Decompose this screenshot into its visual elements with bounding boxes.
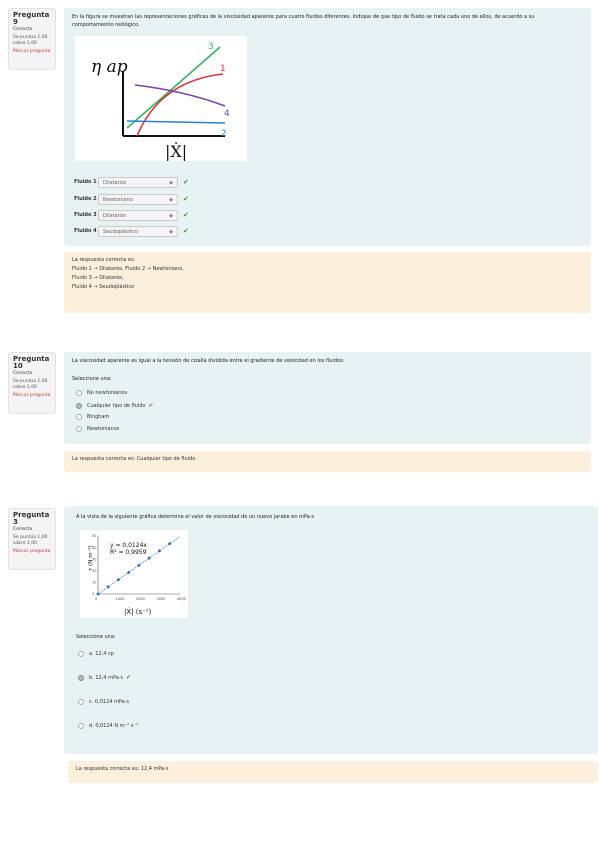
flag-question-link[interactable]: Marcar pregunta [13,549,51,555]
viscosity-figure: η ap |Ẋ| 3 1 4 2 [75,36,247,161]
curve-label-2: 2 [221,129,227,139]
radio-button[interactable] [78,651,84,657]
question-10-content: La viscosidad aparente es igual a la ten… [64,352,591,444]
question-info-9: Pregunta 9 Correcta Se puntúa 1,00 sobre… [8,8,56,70]
question-number: Pregunta 10 [13,355,50,370]
figure-xlabel: |Ẋ| [165,141,187,161]
check-icon: ✔ [126,674,132,681]
match-label: Fluido 3 [74,212,97,218]
y-tick-label: 0 [92,592,94,596]
chart-r2: R² = 0,9959 [110,549,147,556]
option-no-newtonianos[interactable]: No newtonianos [76,390,127,396]
question-number: Pregunta 9 [13,11,50,26]
check-icon: ✔ [183,227,189,235]
question-9-feedback: La respuesta correcta es: Fluido 1 → Dil… [64,252,591,313]
chevron-down-icon: ◆ [169,212,173,219]
question-info-3: Pregunta 3 Correcta Se puntúa 1,00 sobre… [8,508,56,570]
fluid-3-select[interactable]: Dilatante ◆ [98,209,178,221]
question-state: Correcta [13,27,33,32]
option-b[interactable]: b. 12,4 mPa·s ✔ [78,674,131,681]
curve-label-1: 1 [220,64,226,74]
match-row-fluid-1: Fluido 1 Dilatante ◆ ✔ [74,176,189,188]
question-state: Correcta [13,527,33,532]
option-d[interactable]: d. 0,0124 N m⁻² s⁻¹ [78,723,138,729]
match-row-fluid-2: Fluido 2 Newtoniano ◆ ✔ [74,193,189,205]
radio-button[interactable] [76,426,82,432]
question-text: A la vista de la siguiente gráfica deter… [76,514,315,520]
figure-ylabel: η ap [91,57,128,77]
y-tick-label: 30 [92,557,96,561]
question-state: Correcta [13,371,33,376]
fluid-4-select[interactable]: Seudoplástico ◆ [98,225,178,237]
y-tick-label: 50 [92,534,96,538]
question-number: Pregunta 3 [13,511,50,526]
match-label: Fluido 4 [74,228,97,234]
chevron-down-icon: ◆ [169,179,173,186]
check-icon: ✔ [148,402,154,409]
flag-question-link[interactable]: Marcar pregunta [13,393,51,399]
x-tick-label: 2000 [136,597,145,601]
question-3-content: A la vista de la siguiente gráfica deter… [64,506,598,754]
x-tick-label: 3000 [157,597,166,601]
x-tick-label: 1000 [116,597,125,601]
fluid-2-select[interactable]: Newtoniano ◆ [98,193,178,205]
match-row-fluid-3: Fluido 3 Dilatante ◆ ✔ [74,209,189,221]
option-c[interactable]: c. 0,0124 mPa·s [78,699,129,705]
y-tick-label: 40 [92,546,96,550]
match-row-fluid-4: Fluido 4 Seudoplástico ◆ ✔ [74,225,189,237]
question-3-feedback: La respuesta correcta es: 12,4 mPa·s [68,761,598,783]
x-tick-label: 0 [95,597,97,601]
option-newtonianos[interactable]: Newtonianos [76,426,119,432]
radio-button[interactable] [76,414,82,420]
question-text: En la figura se muestran las representac… [72,14,535,28]
radio-button[interactable] [78,723,84,729]
question-9-content: En la figura se muestran las representac… [64,8,591,246]
check-icon: ✔ [183,178,189,186]
option-a[interactable]: a. 12,4 cp [78,651,114,657]
fluid-1-select[interactable]: Dilatante ◆ [98,176,178,188]
x-tick-label: 4000 [177,597,186,601]
question-info-10: Pregunta 10 Correcta Se puntúa 1,00 sobr… [8,352,56,414]
chart-xlabel: |Ẋ| (s⁻¹) [124,607,152,616]
chart-equation: y = 0,0124x [110,542,147,549]
match-label: Fluido 2 [74,196,97,202]
curve-label-3: 3 [208,42,214,52]
y-tick-label: 20 [92,569,96,573]
question-grade: Se puntúa 1,00 sobre 1,00 [13,379,48,390]
chevron-down-icon: ◆ [169,228,173,235]
question-10-feedback: La respuesta correcta es: Cualquier tipo… [64,451,591,472]
option-bingham[interactable]: Bingham [76,414,109,420]
option-cualquier-tipo[interactable]: Cualquier tipo de fluido ✔ [76,402,154,409]
radio-button[interactable] [76,390,82,396]
select-prompt: Seleccione una: [72,376,112,382]
question-grade: Se puntúa 1,00 sobre 1,00 [13,535,48,546]
select-prompt: Seleccione una: [76,634,116,640]
shear-stress-chart: τ (N m⁻²) |Ẋ| (s⁻¹) y = 0,0124x R² = 0,9… [80,530,188,618]
radio-button[interactable] [78,699,84,705]
check-icon: ✔ [183,195,189,203]
chevron-down-icon: ◆ [169,196,173,203]
question-text: La viscosidad aparente es igual a la ten… [72,358,345,364]
radio-button[interactable] [76,402,82,409]
radio-button[interactable] [78,674,84,681]
question-grade: Se puntúa 1,00 sobre 1,00 [13,35,48,46]
match-label: Fluido 1 [74,179,97,185]
y-tick-label: 10 [92,581,96,585]
flag-question-link[interactable]: Marcar pregunta [13,49,51,55]
check-icon: ✔ [183,211,189,219]
curve-label-4: 4 [224,109,230,119]
